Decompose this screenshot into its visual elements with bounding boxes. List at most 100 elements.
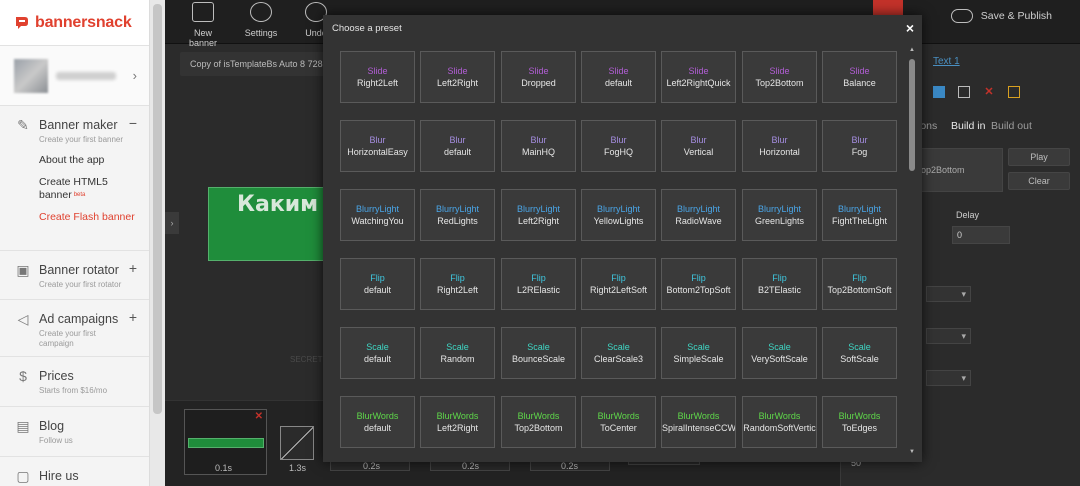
preset-tile[interactable]: Scale Random [420,327,495,379]
preset-tile[interactable]: Blur Horizontal [742,120,817,172]
preset-name: L2RElastic [516,285,561,295]
preset-name: Random [440,354,475,364]
preset-name: FogHQ [603,147,633,157]
preset-tile[interactable]: BlurWords default [340,396,415,448]
sidebar-item-ad-campaigns[interactable]: Ad campaigns [39,312,118,326]
sidebar-item-hire-us[interactable]: Hire us [39,469,79,483]
delete-frame-icon[interactable]: ✕ [255,411,263,422]
preset-tile[interactable]: Slide Top2Bottom [742,51,817,103]
sidebar-item-banner-rotator[interactable]: Banner rotator [39,263,119,277]
modal-title: Choose a preset [332,23,402,34]
copy-icon[interactable] [958,86,970,98]
preset-tile[interactable]: Flip default [340,258,415,310]
collapse-icon[interactable]: − [129,115,137,131]
preset-tile[interactable]: Slide Balance [822,51,897,103]
scrollbar-thumb[interactable] [909,59,915,171]
preset-tile[interactable]: BlurWords RandomSoftVertic [742,396,817,448]
delete-icon[interactable]: ✕ [983,86,995,98]
sidebar-item-banner-maker[interactable]: Banner maker [39,118,118,132]
preset-tile[interactable]: BlurryLight WatchingYou [340,189,415,241]
scroll-down-icon[interactable]: ▼ [908,449,916,455]
preset-name: GreenLights [754,216,805,226]
banner-text[interactable]: Каким [237,192,318,217]
brand-logo[interactable]: bannersnack [0,0,149,46]
preset-tile[interactable]: BlurryLight GreenLights [742,189,817,241]
preset-tile[interactable]: Scale default [340,327,415,379]
preset-tile[interactable]: BlurWords Top2Bottom [501,396,576,448]
preset-tile[interactable]: BlurryLight RadioWave [661,189,736,241]
preset-tile[interactable]: Flip L2RElastic [501,258,576,310]
expand-icon[interactable]: + [129,260,137,276]
preset-tile[interactable]: BlurWords SpiralIntenseCCW [661,396,736,448]
preset-tile[interactable]: Blur Vertical [661,120,736,172]
preset-tile[interactable]: BlurryLight RedLights [420,189,495,241]
preset-name: default [443,147,472,157]
preset-name: Vertical [683,147,714,157]
preset-tile[interactable]: Scale SoftScale [822,327,897,379]
play-button[interactable]: Play [1008,148,1070,166]
delay-input[interactable]: 0 [952,226,1010,244]
about-app-link[interactable]: About the app [39,154,149,167]
preset-tile[interactable]: Blur FogHQ [581,120,656,172]
banner-canvas[interactable]: Каким [208,187,328,261]
preset-name: Left2Right [517,216,560,226]
direction-dropdown[interactable]: ▾ [926,328,971,344]
sidebar-item-prices[interactable]: Prices [39,369,74,383]
preset-tile[interactable]: Flip Right2LeftSoft [581,258,656,310]
preset-tile[interactable]: Slide default [581,51,656,103]
preset-row: BlurryLight WatchingYou BlurryLight RedLigh… [340,189,900,243]
preset-tile[interactable]: Blur default [420,120,495,172]
preset-tile[interactable]: Slide Right2Left [340,51,415,103]
scroll-up-icon[interactable]: ▲ [908,47,916,53]
modal-scrollbar[interactable]: ▲ ▼ [908,47,916,455]
create-flash-link[interactable]: Create Flash banner [39,211,149,224]
text-layer-link[interactable]: Text 1 [933,56,960,67]
preset-tile[interactable]: Blur MainHQ [501,120,576,172]
preset-name: SpiralIntenseCCW [662,423,735,433]
lock-icon[interactable] [1008,86,1020,98]
preset-row: Scale default Scale Random Scale BounceScale S… [340,327,900,381]
preset-tile[interactable]: Flip Right2Left [420,258,495,310]
preset-tile[interactable]: Slide Left2RightQuick [661,51,736,103]
clear-button[interactable]: Clear [1008,172,1070,190]
align-icon[interactable] [933,86,945,98]
preset-tile[interactable]: Scale BounceScale [501,327,576,379]
preset-preview[interactable]: op2Bottom [918,148,1003,192]
preset-tile[interactable]: BlurryLight FightTheLight [822,189,897,241]
pencil-icon: ✎ [17,116,29,133]
panel-collapse-chevron-icon[interactable]: › [165,212,179,234]
preset-tile[interactable]: BlurryLight YellowLights [581,189,656,241]
save-publish-button[interactable]: Save & Publish [950,9,1052,23]
easing-dropdown[interactable]: ▾ [926,286,971,302]
close-icon[interactable]: × [906,20,914,36]
preset-tile[interactable]: Blur Fog [822,120,897,172]
preset-tile[interactable]: BlurryLight Left2Right [501,189,576,241]
chevron-right-icon[interactable]: › [133,68,137,83]
preset-tile[interactable]: Slide Left2Right [420,51,495,103]
settings-button[interactable]: Settings [243,2,279,38]
preset-tile[interactable]: Scale VerySoftScale [742,327,817,379]
mode-dropdown[interactable]: ▾ [926,370,971,386]
sidebar-item-blog[interactable]: Blog [39,419,64,433]
preset-tile[interactable]: Flip Top2BottomSoft [822,258,897,310]
preset-tile[interactable]: BlurWords Left2Right [420,396,495,448]
preset-tile[interactable]: Scale SimpleScale [661,327,736,379]
tab-build-out[interactable]: Build out [991,120,1032,132]
preset-category: BlurryLight [837,204,882,214]
preset-tile[interactable]: Flip B2TElastic [742,258,817,310]
tab-build-in[interactable]: Build in [951,120,985,132]
preset-tile[interactable]: BlurWords ToCenter [581,396,656,448]
sidebar-scrollbar[interactable] [150,0,165,486]
scrollbar-thumb[interactable] [153,4,162,414]
create-html5-link[interactable]: Create HTML5 banner beta [39,176,129,202]
new-banner-button[interactable]: New banner [179,2,227,48]
preset-tile[interactable]: Scale ClearScale3 [581,327,656,379]
preset-tile[interactable]: Flip Bottom2TopSoft [661,258,736,310]
preset-tile[interactable]: Slide Dropped [501,51,576,103]
frame-transition[interactable] [280,426,314,460]
preset-tile[interactable]: BlurWords ToEdges [822,396,897,448]
expand-icon[interactable]: + [129,309,137,325]
preset-tile[interactable]: Blur HorizontalEasy [340,120,415,172]
document-title-field[interactable]: Copy of isTemplateBs Auto 8 728 [180,52,330,76]
user-profile[interactable]: › [0,46,149,106]
